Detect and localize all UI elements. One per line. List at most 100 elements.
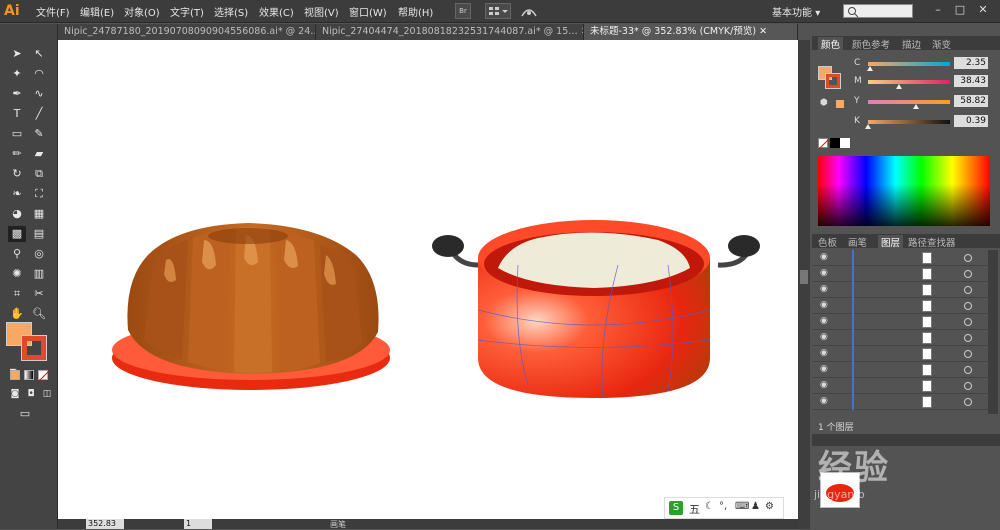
ime-moon-icon[interactable]: ☾ [705, 501, 714, 512]
draw-inside-icon[interactable]: ◫ [38, 386, 56, 402]
visibility-eye-icon[interactable]: ◉ [820, 284, 828, 294]
tab-color[interactable]: 颜色 [818, 37, 844, 51]
menu-window[interactable]: 窗口(W) [349, 4, 387, 19]
slider-handle[interactable] [913, 104, 920, 109]
magenta-slider[interactable]: M 38.43 [812, 74, 1000, 90]
ime-tools-icon[interactable]: ⚙ [765, 501, 774, 512]
eraser-tool-icon[interactable]: ▰ [30, 146, 48, 162]
artboard-canvas[interactable]: S 五 ☾ °, ⌨ ♟ ⚙ [58, 40, 798, 519]
chart-tool-icon[interactable]: ▦ [30, 206, 48, 222]
magenta-value[interactable]: 38.43 [954, 75, 988, 87]
layer-row[interactable]: ◉ [812, 314, 988, 330]
color-spectrum[interactable] [818, 156, 990, 226]
tab-pathfinder[interactable]: 路径查找器 [908, 235, 956, 249]
column-graph-tool-icon[interactable]: ▥ [30, 266, 48, 282]
slider-handle[interactable] [866, 66, 873, 71]
tab-stroke[interactable]: 描边 [902, 37, 921, 51]
white-swatch[interactable] [840, 138, 850, 148]
vertical-scrollbar[interactable] [798, 40, 810, 529]
slider-handle[interactable] [896, 84, 903, 89]
hand-tool-icon[interactable]: ✋ [8, 306, 26, 322]
rectangle-tool-icon[interactable]: ▭ [8, 126, 26, 142]
target-icon[interactable] [964, 302, 972, 310]
cooking-pot[interactable] [477, 220, 711, 399]
gradient-tool-icon[interactable]: ▤ [30, 226, 48, 242]
scale-tool-icon[interactable]: ⧉ [30, 166, 48, 182]
rotate-tool-icon[interactable]: ↻ [8, 166, 26, 182]
visibility-eye-icon[interactable]: ◉ [820, 252, 828, 262]
paintbrush-tool-icon[interactable]: ✎ [30, 126, 48, 142]
gpu-performance-icon[interactable] [520, 4, 538, 21]
mesh-tool-icon[interactable]: ▩ [8, 226, 26, 242]
target-icon[interactable] [964, 270, 972, 278]
layer-row[interactable]: ◉ [812, 266, 988, 282]
layer-row[interactable]: ◉ [812, 282, 988, 298]
tab-document-2[interactable]: Nipic_27404474_20180818232531744087.ai* … [316, 24, 584, 40]
layer-row[interactable]: ◉ [812, 394, 988, 410]
menu-edit[interactable]: 编辑(E) [80, 4, 114, 19]
layer-row[interactable]: ◉ [812, 298, 988, 314]
visibility-eye-icon[interactable]: ◉ [820, 316, 828, 326]
bridge-button[interactable]: Br [455, 3, 471, 19]
black-value[interactable]: 0.39 [954, 115, 988, 127]
visibility-eye-icon[interactable]: ◉ [820, 380, 828, 390]
visibility-eye-icon[interactable]: ◉ [820, 396, 828, 406]
target-icon[interactable] [964, 398, 972, 406]
cyan-value[interactable]: 2.35 [954, 57, 988, 69]
symbol-sprayer-tool-icon[interactable]: ✺ [8, 266, 26, 282]
bundt-cake[interactable] [127, 223, 379, 374]
color-mode-button[interactable] [10, 370, 20, 380]
layer-row[interactable]: ◉ [812, 346, 988, 362]
curvature-tool-icon[interactable]: ∿ [30, 86, 48, 102]
layer-row[interactable]: ◉ [812, 250, 988, 266]
cyan-slider[interactable]: C 2.35 [812, 56, 1000, 72]
visibility-eye-icon[interactable]: ◉ [820, 364, 828, 374]
layer-row[interactable]: ◉ [812, 362, 988, 378]
target-icon[interactable] [964, 318, 972, 326]
pen-tool-icon[interactable]: ✒ [8, 86, 26, 102]
visibility-eye-icon[interactable]: ◉ [820, 348, 828, 358]
menu-file[interactable]: 文件(F) [36, 4, 70, 19]
ime-user-icon[interactable]: ♟ [751, 501, 760, 512]
none-mode-button[interactable] [38, 370, 50, 382]
black-swatch[interactable] [830, 138, 840, 148]
artboard-tool-icon[interactable]: ⌗ [8, 286, 26, 302]
none-swatch[interactable] [818, 138, 830, 150]
minimize-button[interactable]: – [930, 3, 946, 17]
menu-effect[interactable]: 效果(C) [259, 4, 294, 19]
close-icon[interactable]: ✕ [759, 26, 767, 37]
tab-document-3[interactable]: 未标题-33* @ 352.83% (CMYK/预览) ✕ [584, 24, 798, 40]
page-field[interactable]: 1 [184, 519, 212, 529]
layer-row[interactable]: ◉ [812, 378, 988, 394]
yellow-slider[interactable]: Y 58.82 [812, 94, 1000, 110]
tab-swatches[interactable]: 色板 [818, 235, 837, 249]
eyedropper-tool-icon[interactable]: ⚲ [8, 246, 26, 262]
close-button[interactable]: ✕ [975, 3, 991, 17]
blend-tool-icon[interactable]: ◎ [30, 246, 48, 262]
black-slider[interactable]: K 0.39 [812, 114, 1000, 130]
menu-help[interactable]: 帮助(H) [398, 4, 433, 19]
zoom-tool-icon[interactable]: 🔍︎ [30, 306, 48, 322]
visibility-eye-icon[interactable]: ◉ [820, 268, 828, 278]
yellow-value[interactable]: 58.82 [954, 95, 988, 107]
target-icon[interactable] [964, 350, 972, 358]
target-icon[interactable] [964, 286, 972, 294]
search-input[interactable] [843, 4, 913, 18]
menu-type[interactable]: 文字(T) [170, 4, 204, 19]
visibility-eye-icon[interactable]: ◉ [820, 300, 828, 310]
warp-tool-icon[interactable]: ❧ [8, 186, 26, 202]
target-icon[interactable] [964, 366, 972, 374]
type-tool-icon[interactable]: T [8, 106, 26, 122]
slice-tool-icon[interactable]: ✂ [30, 286, 48, 302]
arrange-documents-button[interactable] [485, 3, 511, 19]
magic-wand-tool-icon[interactable]: ✦ [8, 66, 26, 82]
line-tool-icon[interactable]: ╱ [30, 106, 48, 122]
pencil-tool-icon[interactable]: ✏ [8, 146, 26, 162]
workspace-switcher[interactable]: 基本功能 ▾ [772, 4, 820, 19]
stroke-swatch[interactable] [21, 335, 47, 361]
ime-punct-icon[interactable]: °, [719, 501, 727, 512]
target-icon[interactable] [964, 334, 972, 342]
direct-selection-tool-icon[interactable]: ↖ [30, 46, 48, 62]
layers-scrollbar[interactable] [988, 250, 998, 414]
layer-row[interactable]: ◉ [812, 330, 988, 346]
